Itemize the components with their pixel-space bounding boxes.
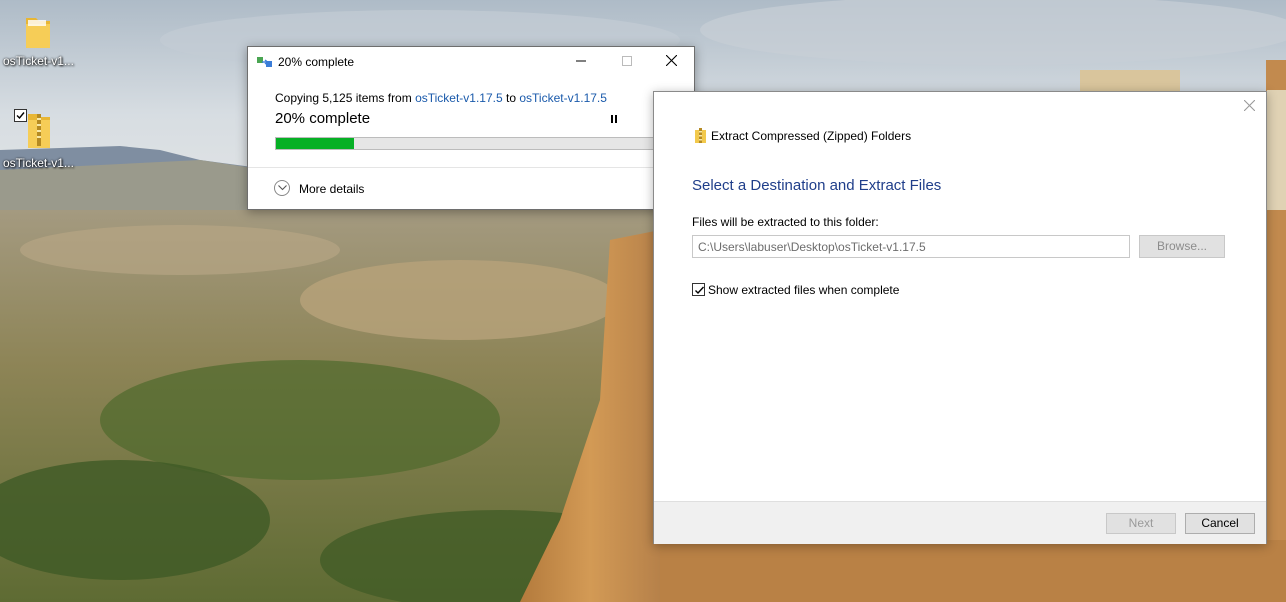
copy-desc-prefix: Copying 5,125 items from: [275, 91, 416, 105]
close-icon: [665, 54, 677, 67]
minimize-button[interactable]: [558, 47, 604, 77]
show-extracted-files-label[interactable]: Show extracted files when complete: [708, 283, 899, 297]
close-button[interactable]: [1238, 96, 1260, 118]
progress-bar: [275, 137, 669, 150]
title-bar[interactable]: 20% complete: [248, 47, 694, 77]
divider: [248, 167, 694, 168]
more-details-label: More details: [299, 182, 365, 196]
pause-icon: [611, 115, 617, 123]
wizard-heading: Select a Destination and Extract Files: [692, 177, 942, 194]
window-title: 20% complete: [278, 55, 355, 69]
desktop-icon-zip-folder[interactable]: osTicket-v1...: [0, 110, 76, 170]
wizard-footer: Next Cancel: [654, 501, 1266, 544]
maximize-button[interactable]: [604, 47, 650, 77]
cancel-button[interactable]: Cancel: [1185, 513, 1255, 534]
minimize-icon: [576, 60, 586, 62]
maximize-icon: [622, 56, 632, 66]
destination-label: Files will be extracted to this folder:: [692, 215, 879, 229]
desktop-icon-label: osTicket-v1...: [3, 54, 74, 68]
desktop-icon-folder[interactable]: osTicket-v1...: [0, 12, 76, 68]
pause-button[interactable]: [606, 111, 622, 127]
source-folder-link[interactable]: osTicket-v1.17.5: [415, 91, 503, 105]
extract-wizard-dialog: Extract Compressed (Zipped) Folders Sele…: [653, 91, 1267, 544]
next-button[interactable]: Next: [1106, 513, 1176, 534]
copy-progress-dialog: 20% complete Copying 5,125 items from os…: [247, 46, 695, 210]
wizard-title: Extract Compressed (Zipped) Folders: [711, 129, 912, 143]
folder-icon: [26, 18, 50, 48]
check-icon: [695, 286, 705, 295]
close-button[interactable]: [648, 47, 694, 77]
chevron-down-icon: [278, 185, 287, 191]
close-icon: [1243, 99, 1255, 112]
copy-description: Copying 5,125 items from osTicket-v1.17.…: [275, 91, 607, 105]
desktop-icon-label: osTicket-v1...: [3, 156, 74, 170]
progress-bar-fill: [276, 138, 355, 149]
show-extracted-files-checkbox[interactable]: [692, 283, 705, 296]
browse-button[interactable]: Browse...: [1139, 235, 1225, 258]
file-copy-icon: [257, 57, 272, 67]
expand-circle: [274, 180, 290, 196]
copy-desc-mid: to: [502, 91, 520, 105]
zip-folder-icon: [695, 128, 706, 143]
zip-folder-icon: [28, 114, 50, 148]
destination-path-field[interactable]: [692, 235, 1130, 258]
progress-percent-text: 20% complete: [275, 110, 371, 127]
destination-folder-link[interactable]: osTicket-v1.17.5: [519, 91, 607, 105]
